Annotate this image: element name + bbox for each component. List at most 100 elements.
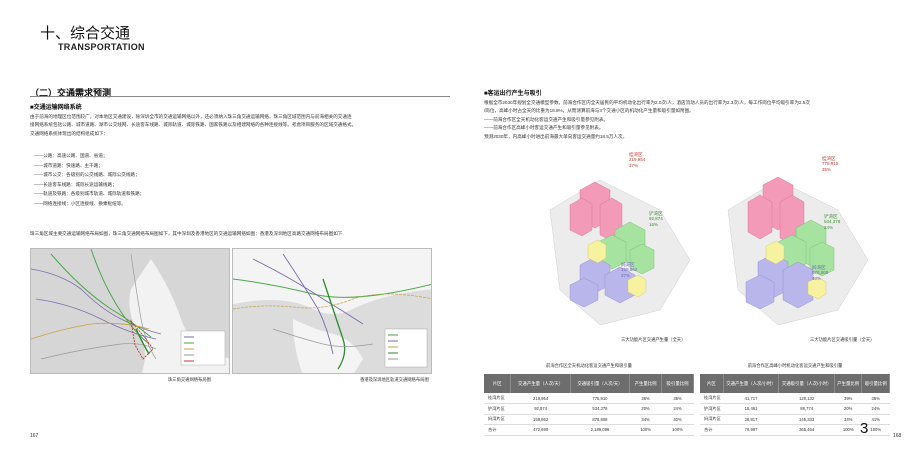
list-item: ——公路：高速公路、国道、省道；	[34, 153, 108, 158]
col-header: 交通吸引量（人次/天）	[570, 374, 631, 393]
district-pct: 24%	[824, 224, 834, 230]
attraction-map-caption: 三大功能片区交通吸引量（全天）	[810, 337, 875, 342]
table-cell: 40%	[661, 414, 694, 425]
table-cell: 桂湾片区	[700, 393, 724, 404]
daily-trips-table: 片区 交通产生量（人次/天） 交通吸引量（人次/天） 产生量比例 吸引量比例 桂…	[484, 374, 694, 436]
list-item: ——城市道路：快速路、主干路；	[34, 162, 103, 168]
table-cell: 34%	[629, 414, 662, 425]
generation-map-caption: 三大功能片区交通产生量（全天）	[621, 337, 686, 342]
page-marker-number: 3	[860, 420, 869, 437]
table-cell: 35%	[661, 393, 694, 404]
col-header: 吸引量比例	[661, 374, 694, 393]
table-cell: 15,461	[723, 403, 779, 415]
table-cell: 100%	[834, 424, 862, 436]
table-cell: 88,774	[778, 403, 835, 415]
district-pct: 16%	[649, 221, 659, 227]
col-header: 片区	[700, 374, 724, 393]
col-header: 产生量比例	[629, 374, 663, 393]
col-header: 交通产生量（人次/天）	[510, 374, 571, 393]
table-cell: 妈湾片区	[484, 414, 511, 425]
intro-line: 交通网络系统体现出的结构组成如下：	[30, 130, 109, 136]
trip-paragraph: 预测2030年，内高峰小时进出前海最大单向客运交通量约18.5万人次。	[484, 133, 628, 139]
table-cell: 24%	[861, 403, 890, 415]
table-cell: 775,910	[570, 393, 630, 404]
district-pct: 27%	[621, 272, 631, 278]
generation-3d-map	[540, 150, 710, 335]
table-header-row: 片区 交通产生量（人次/小时） 交通吸引量（人次/小时） 产生量比例 吸引量比例	[700, 374, 890, 393]
table-cell: 120,132	[778, 393, 835, 404]
attraction-3d-map	[718, 150, 888, 335]
hk-sz-rail-map-drawing	[233, 249, 431, 373]
attraction-3d-map-drawing	[727, 176, 869, 326]
table-cell: 41,717	[723, 393, 779, 404]
table-row: 妈湾片区 159,862 878,808 34% 40%	[484, 414, 694, 425]
table-cell: 35%	[861, 393, 890, 404]
table-cell: 合计	[700, 424, 724, 436]
table-right-caption: 前海合作区高峰小时机动化客运交通产生和吸引量	[747, 363, 843, 368]
list-item: ——轨道及铁路：各级别城市轨道、城际轨道和铁路；	[34, 191, 145, 196]
network-list: ——公路：高速公路、国道、省道； ——城市道路：快速路、主干路； ——城市公交：…	[34, 151, 334, 208]
table-cell: 26,817	[723, 414, 779, 425]
table-row: 合计 472,690 2,189,096 100% 100%	[484, 424, 694, 436]
trip-paragraph: 根据全市2030年规划全交通模型参数，前海合作区内全天居民的平均机动化出行率为2…	[484, 100, 810, 105]
list-item: ——长途客车线路：城际长途运输线路；	[34, 181, 117, 187]
col-header: 吸引量比例	[861, 374, 890, 393]
heading-divider	[30, 96, 450, 97]
table-cell: 合计	[484, 424, 511, 436]
table-cell: 妈湾片区	[700, 414, 724, 425]
prd-map-caption: 珠三角交通网络布局图	[168, 377, 211, 382]
trip-generation-subheading: ■客运出行产生与吸引	[484, 91, 542, 97]
table-cell: 20%	[834, 403, 862, 415]
table-header-row: 片区 交通产生量（人次/天） 交通吸引量（人次/天） 产生量比例 吸引量比例	[484, 374, 694, 393]
gen-district-chanwan: 铲湾区 92,874 16%	[649, 211, 663, 227]
table-cell: 472,690	[510, 424, 571, 436]
table-row: 桂湾片区 219,954 775,910 36% 35%	[484, 393, 694, 404]
table-cell: 铲湾片区	[484, 403, 511, 415]
district-pct: 37%	[629, 162, 639, 168]
hk-sz-rail-map	[232, 248, 432, 374]
map-intro: 珠三角区域主要交通运输网络布局如图，珠三角交通网络布局图如下，其中深圳及香港地区…	[30, 231, 343, 236]
table-cell: 159,862	[510, 414, 571, 425]
page-number-right: 168	[893, 433, 902, 439]
table-cell: 20%	[629, 403, 662, 415]
table-cell: 100%	[629, 424, 662, 436]
generation-3d-map-drawing	[549, 179, 691, 326]
page-number-left: 167	[30, 433, 39, 439]
table-cell: 36%	[629, 393, 662, 404]
col-header: 产生量比例	[834, 374, 863, 393]
intro-line: 接网络系统包括公路、城市道路、湖市公交线网、长途客车线路、城际轨道、城际铁路、国…	[30, 122, 357, 128]
trip-paragraphs: 根据全市2030年规划全交通模型参数，前海合作区内全天居民的平均机动化出行率为2…	[484, 99, 894, 141]
table-cell: 79,997	[723, 424, 779, 436]
prd-network-map	[30, 248, 230, 374]
subsection-heading: （二）交通需求预测	[30, 89, 112, 99]
table-cell: 145,333	[778, 414, 835, 425]
trip-paragraph: ——前海合作区全天机动化客运交通产生和吸引量参见附表。	[484, 116, 609, 122]
table-cell: 39%	[834, 393, 862, 404]
table-row: 铲湾片区 15,461 88,774 20% 24%	[700, 403, 890, 415]
table-cell: 219,954	[510, 393, 571, 404]
gen-district-guiwan: 桂湾区 219,954 37%	[629, 152, 645, 168]
list-item: ——城市公交：各级别的公交线路、城际公交线路；	[34, 172, 140, 177]
attr-district-chanwan: 铲湾区 534,378 24%	[824, 214, 840, 230]
table-left-caption: 前海合作区全天机动化客运交通产生和吸引量	[546, 363, 632, 368]
attr-district-mawan: 妈湾区 878,808 40%	[812, 265, 828, 281]
table-cell: 铲湾片区	[700, 403, 724, 415]
section-subtitle: TRANSPORTATION	[58, 42, 145, 52]
district-pct: 35%	[822, 166, 832, 172]
table-cell: 365,464	[778, 424, 835, 436]
hk-sz-map-caption: 香港及深圳地区轨道交通网络布局图	[360, 377, 429, 382]
network-subheading: ■交通运输网络系统	[30, 105, 82, 111]
col-header: 交通吸引量（人次/小时）	[778, 374, 835, 393]
table-cell: 24%	[661, 403, 694, 415]
gen-district-mawan: 妈湾区 159,862 27%	[621, 262, 637, 278]
table-row: 铲湾片区 92,874 534,378 20% 24%	[484, 403, 694, 415]
table-row: 桂湾片区 41,717 120,132 39% 35%	[700, 393, 890, 404]
col-header: 交通产生量（人次/小时）	[723, 374, 780, 393]
table-cell: 桂湾片区	[484, 393, 511, 404]
trip-paragraph: /岗位，高峰小时占全天的比重为18.8%，从而测算前海与3个交通小区的机动化产生…	[484, 108, 694, 114]
list-item: ——网络连接线：小区连接线、换乘枢纽等。	[34, 200, 126, 206]
section-title: 十、综合交通	[40, 24, 131, 42]
table-cell: 878,808	[570, 414, 630, 425]
table-cell: 534,378	[570, 403, 630, 415]
col-header: 片区	[484, 374, 512, 393]
